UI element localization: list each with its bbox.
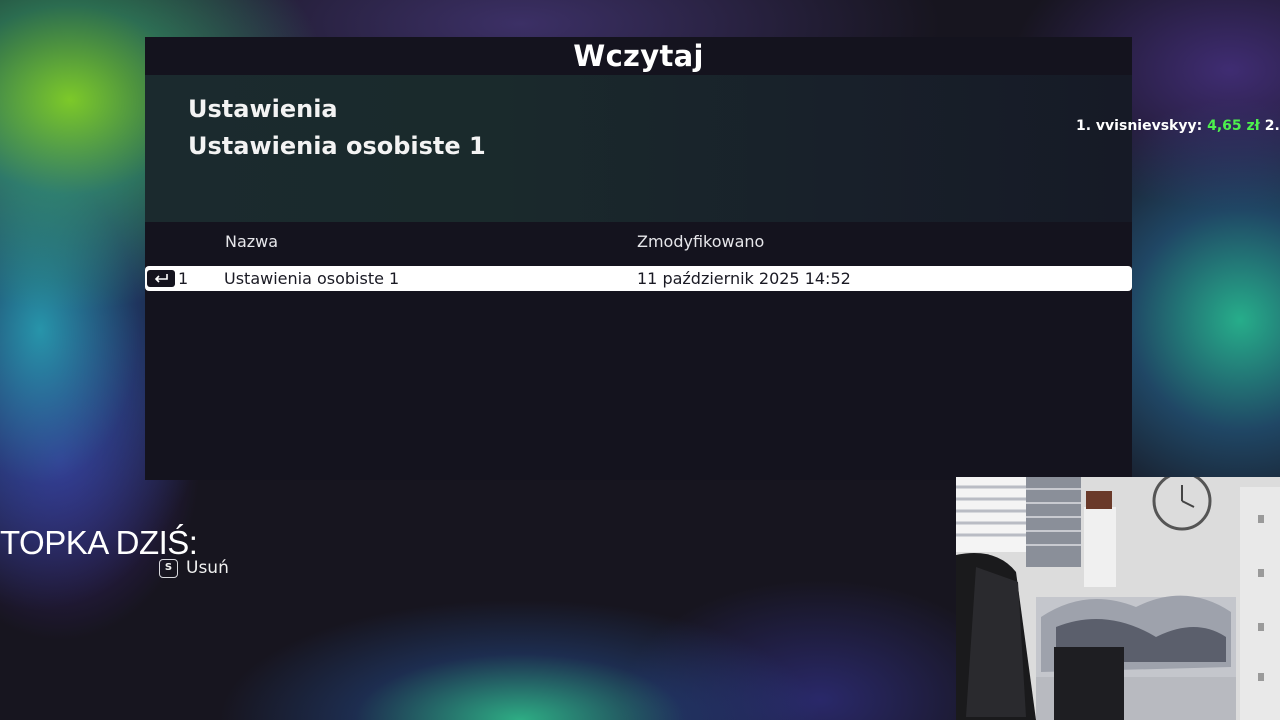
- dialog-title: Wczytaj: [573, 39, 704, 73]
- webcam-image: [956, 477, 1280, 720]
- s-key-icon: S: [159, 558, 178, 578]
- donation-ticker: 1. vvisnievskyy: 4,65 zł 2. sa: [1076, 118, 1280, 134]
- ticker-rank2: 2. sa: [1264, 118, 1280, 134]
- save-list-row[interactable]: 1 Ustawienia osobiste 1 11 październik 2…: [145, 266, 1132, 291]
- breadcrumb-category: Ustawienia: [188, 95, 338, 123]
- column-header-modified[interactable]: Zmodyfikowano: [637, 232, 764, 251]
- delete-hint[interactable]: S Usuń: [159, 558, 229, 578]
- row-name: Ustawienia osobiste 1: [224, 269, 400, 288]
- row-modified-date: 11 październik 2025 14:52: [637, 269, 851, 288]
- webcam-feed: [956, 477, 1280, 720]
- breadcrumb-item: Ustawienia osobiste 1: [188, 132, 486, 160]
- load-dialog: Wczytaj Ustawienia Ustawienia osobiste 1…: [145, 37, 1132, 480]
- delete-label: Usuń: [186, 558, 229, 578]
- breadcrumb-panel: Ustawienia Ustawienia osobiste 1: [145, 75, 1132, 222]
- topka-label: TOPKA DZIŚ:: [0, 524, 198, 561]
- column-header-name[interactable]: Nazwa: [225, 232, 278, 251]
- enter-key-icon: [147, 270, 175, 287]
- row-index: 1: [178, 269, 189, 288]
- ticker-amount1: 4,65 zł: [1207, 118, 1260, 134]
- ticker-rank1: 1. vvisnievskyy:: [1076, 118, 1203, 134]
